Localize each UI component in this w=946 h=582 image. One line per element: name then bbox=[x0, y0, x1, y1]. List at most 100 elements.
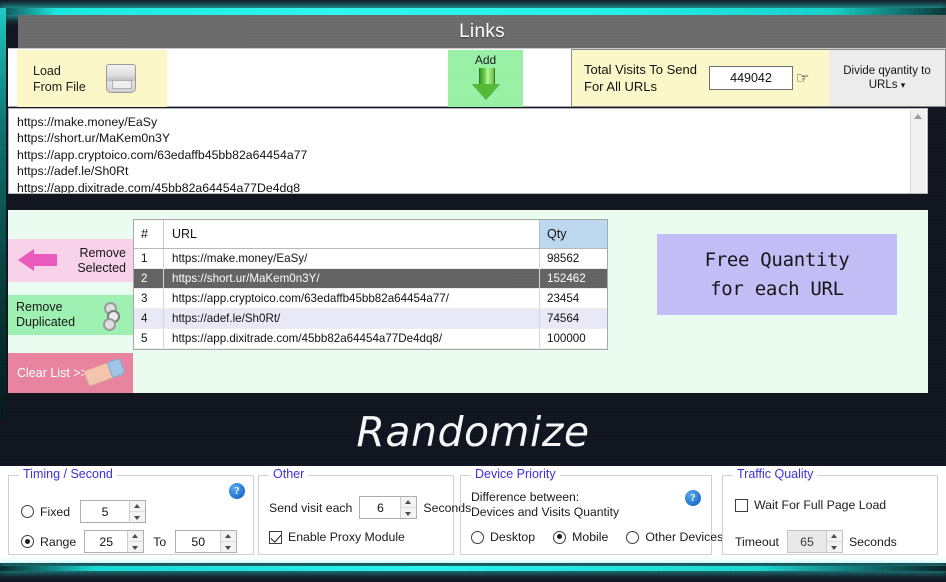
radio-range[interactable] bbox=[21, 535, 34, 548]
url-text-line: https://short.ur/MaKem0n3Y bbox=[17, 131, 171, 146]
timeout-seconds-label: Seconds bbox=[848, 534, 897, 549]
range-from-stepper[interactable]: 25 bbox=[84, 530, 145, 553]
callout-line-1: Free Quantity bbox=[704, 248, 850, 271]
stepper-arrows-icon[interactable] bbox=[127, 531, 144, 552]
stepper-arrows-icon[interactable] bbox=[825, 531, 842, 552]
row-url: https://adef.le/Sh0Rt/ bbox=[172, 312, 281, 325]
divide-quantity-text: Divide qyantity to URLs bbox=[843, 65, 931, 91]
radio-desktop[interactable] bbox=[471, 530, 484, 544]
textarea-scrollbar[interactable] bbox=[910, 110, 926, 193]
radio-fixed[interactable] bbox=[21, 505, 34, 518]
send-visit-row: Send visit each 6 Seconds bbox=[269, 496, 471, 519]
timeout-row: Timeout 65 Seconds bbox=[735, 530, 897, 553]
top-glow-bar bbox=[0, 8, 946, 15]
wait-full-page-label: Wait For Full Page Load bbox=[754, 498, 887, 512]
send-visit-stepper[interactable]: 6 bbox=[359, 496, 418, 519]
table-header-url: URL bbox=[172, 227, 198, 241]
timing-fixed-row: Fixed 5 bbox=[21, 500, 147, 523]
desktop-label: Desktop bbox=[490, 530, 536, 544]
row-qty: 98562 bbox=[539, 249, 607, 268]
range-to-value: 50 bbox=[191, 534, 206, 549]
duplicate-chain-icon bbox=[101, 302, 120, 331]
total-visits-label: Total Visits To Send For All URLs bbox=[584, 62, 697, 94]
table-header-row: # URL Qty bbox=[134, 220, 607, 249]
url-text-line: https://adef.le/Sh0Rt bbox=[17, 164, 129, 179]
chevron-down-icon: ▾ bbox=[900, 80, 906, 90]
row-number: 1 bbox=[134, 249, 164, 268]
randomize-heading: Randomize bbox=[356, 408, 590, 456]
add-button-label: Add bbox=[474, 53, 497, 67]
page-title: Links bbox=[459, 20, 505, 42]
wait-full-page-row[interactable]: Wait For Full Page Load bbox=[735, 498, 886, 512]
load-from-file-button[interactable]: Load From File bbox=[17, 50, 167, 107]
fixed-label: Fixed bbox=[40, 504, 71, 519]
device-description: Difference between: Devices and Visits Q… bbox=[471, 490, 620, 519]
row-number: 2 bbox=[134, 269, 164, 288]
radio-mobile[interactable] bbox=[553, 530, 567, 544]
stepper-arrows-icon[interactable] bbox=[220, 531, 237, 552]
url-text-line: https://app.dixitrade.com/45bb82a64454a7… bbox=[17, 180, 301, 194]
divide-quantity-label: Divide qyantity to URLs ▾ bbox=[829, 64, 945, 92]
load-from-file-label: Load From File bbox=[33, 63, 86, 94]
range-to-stepper[interactable]: 50 bbox=[175, 530, 238, 553]
remove-selected-button[interactable]: Remove Selected bbox=[8, 239, 133, 282]
checkbox-enable-proxy[interactable] bbox=[269, 530, 282, 544]
fixed-value-stepper[interactable]: 5 bbox=[80, 500, 147, 523]
divide-quantity-dropdown[interactable]: Divide qyantity to URLs ▾ bbox=[829, 50, 945, 106]
range-from-value: 25 bbox=[99, 534, 114, 549]
timing-legend: Timing / Second bbox=[19, 467, 117, 481]
row-url: https://short.ur/MaKem0n3Y/ bbox=[172, 272, 320, 285]
arrow-left-icon bbox=[18, 249, 58, 271]
row-number: 4 bbox=[134, 309, 164, 328]
row-qty: 74564 bbox=[539, 309, 607, 328]
url-text-line: https://make.money/EaSy bbox=[17, 115, 158, 129]
row-number: 5 bbox=[134, 329, 164, 348]
table-row[interactable]: 1 https://make.money/EaSy/ 98562 bbox=[134, 249, 607, 269]
url-textarea[interactable]: https://make.money/EaSy https://short.ur… bbox=[8, 108, 928, 194]
callout-line-2: for each URL bbox=[710, 277, 844, 300]
device-priority-fieldset: Device Priority ? Difference between: De… bbox=[460, 467, 723, 555]
table-row[interactable]: 3 https://app.cryptoico.com/63edaffb45bb… bbox=[134, 289, 607, 309]
timing-help-icon[interactable]: ? bbox=[229, 483, 245, 499]
enable-proxy-row[interactable]: Enable Proxy Module bbox=[269, 530, 405, 544]
fixed-value: 5 bbox=[101, 504, 109, 519]
table-header-qty: Qty bbox=[539, 220, 607, 248]
settings-bar: Timing / Second ? Fixed 5 Range 25 To 50… bbox=[0, 466, 946, 563]
scroll-up-icon[interactable] bbox=[914, 114, 922, 119]
traffic-quality-legend: Traffic Quality bbox=[733, 467, 818, 481]
links-title-bar: Links bbox=[18, 15, 946, 48]
url-text-line: https://app.cryptoico.com/63edaffb45bb82… bbox=[17, 147, 308, 162]
row-url: https://app.cryptoico.com/63edaffb45bb82… bbox=[172, 292, 449, 305]
remove-selected-label: Remove Selected bbox=[77, 245, 126, 275]
other-fieldset: Other Send visit each 6 Seconds Enable P… bbox=[258, 467, 471, 555]
row-url: https://app.dixitrade.com/45bb82a64454a7… bbox=[172, 332, 443, 345]
timeout-stepper[interactable]: 65 bbox=[786, 530, 843, 553]
total-visits-input[interactable] bbox=[708, 66, 793, 90]
mobile-label: Mobile bbox=[572, 530, 609, 544]
traffic-quality-fieldset: Traffic Quality Wait For Full Page Load … bbox=[722, 467, 938, 555]
radio-other-devices[interactable] bbox=[626, 530, 640, 544]
range-label: Range bbox=[40, 534, 77, 549]
other-legend: Other bbox=[269, 467, 309, 481]
send-visit-label: Send visit each bbox=[269, 500, 353, 515]
table-row[interactable]: 2 https://short.ur/MaKem0n3Y/ 152462 bbox=[134, 269, 607, 289]
add-button[interactable]: Add bbox=[448, 50, 523, 107]
stepper-arrows-icon[interactable] bbox=[129, 501, 146, 522]
device-radio-row: Desktop Mobile Other Devices bbox=[471, 530, 723, 544]
clear-list-button[interactable]: Clear List >> bbox=[8, 353, 133, 393]
device-help-icon[interactable]: ? bbox=[685, 490, 701, 506]
send-visit-value: 6 bbox=[376, 500, 384, 515]
table-row[interactable]: 5 https://app.dixitrade.com/45bb82a64454… bbox=[134, 329, 607, 349]
row-qty: 23454 bbox=[539, 289, 607, 308]
remove-duplicated-button[interactable]: Remove Duplicated bbox=[8, 295, 133, 335]
left-edge-glow bbox=[0, 8, 6, 420]
stepper-arrows-icon[interactable] bbox=[400, 497, 417, 518]
pointing-hand-icon: ☞ bbox=[795, 69, 810, 87]
other-devices-label: Other Devices bbox=[645, 530, 724, 544]
checkbox-wait-full-page-load[interactable] bbox=[735, 498, 748, 512]
drive-icon bbox=[105, 64, 136, 93]
timeout-label: Timeout bbox=[735, 534, 779, 549]
to-label: To bbox=[153, 534, 167, 549]
table-row[interactable]: 4 https://adef.le/Sh0Rt/ 74564 bbox=[134, 309, 607, 329]
url-table[interactable]: # URL Qty 1 https://make.money/EaSy/ 985… bbox=[133, 219, 608, 350]
